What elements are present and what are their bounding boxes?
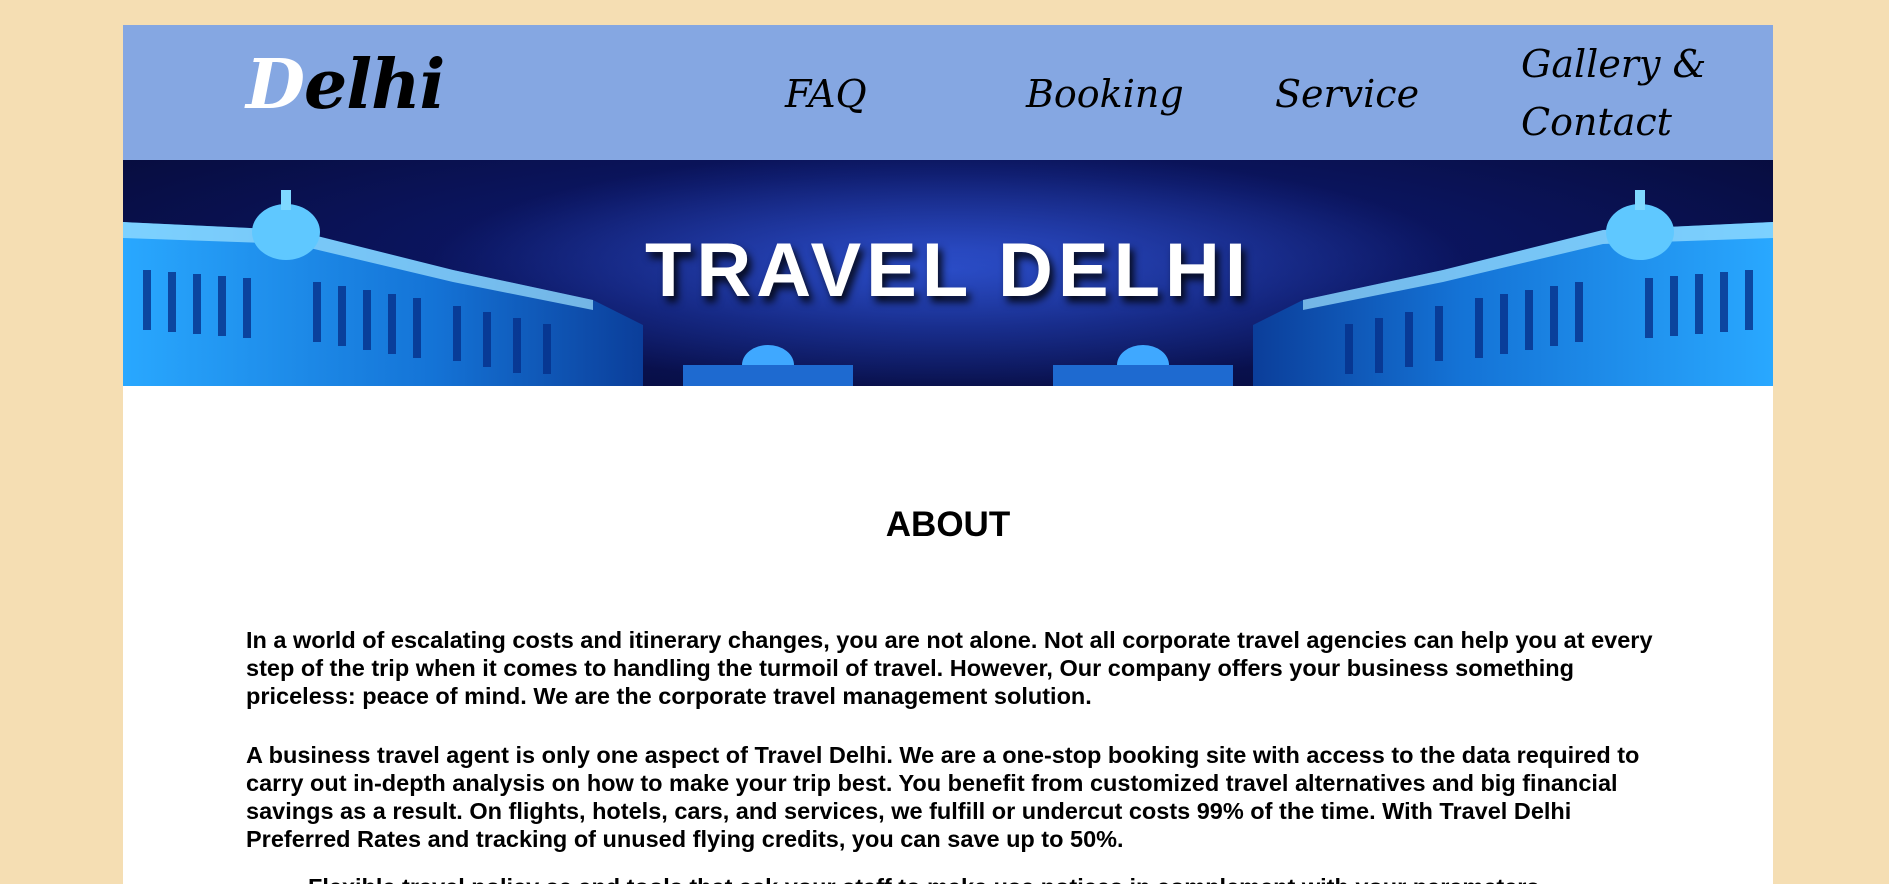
hero-title: TRAVEL DELHI — [644, 228, 1252, 313]
nav-link-gallery-contact[interactable]: Gallery & Contact — [1521, 35, 1721, 151]
logo-first-letter: D — [246, 45, 305, 125]
about-paragraph-2: A business travel agent is only one aspe… — [246, 742, 1640, 852]
site-logo[interactable]: Delhi — [246, 45, 445, 125]
about-heading: ABOUT — [885, 505, 1011, 544]
page-container: Delhi FAQ Booking Service Gallery & Cont… — [123, 25, 1773, 884]
nav-link-service[interactable]: Service — [1275, 65, 1419, 123]
nav-link-booking[interactable]: Booking — [1026, 65, 1184, 123]
nav-link-faq[interactable]: FAQ — [785, 65, 867, 123]
about-paragraph-1: In a world of escalating costs and itine… — [246, 627, 1653, 709]
hero-banner: TRAVEL DELHI — [123, 160, 1773, 386]
navbar: Delhi FAQ Booking Service Gallery & Cont… — [123, 25, 1773, 160]
logo-rest: elhi — [303, 45, 445, 125]
about-paragraph-3: Flexible travel policy se and tools that… — [308, 873, 1668, 884]
